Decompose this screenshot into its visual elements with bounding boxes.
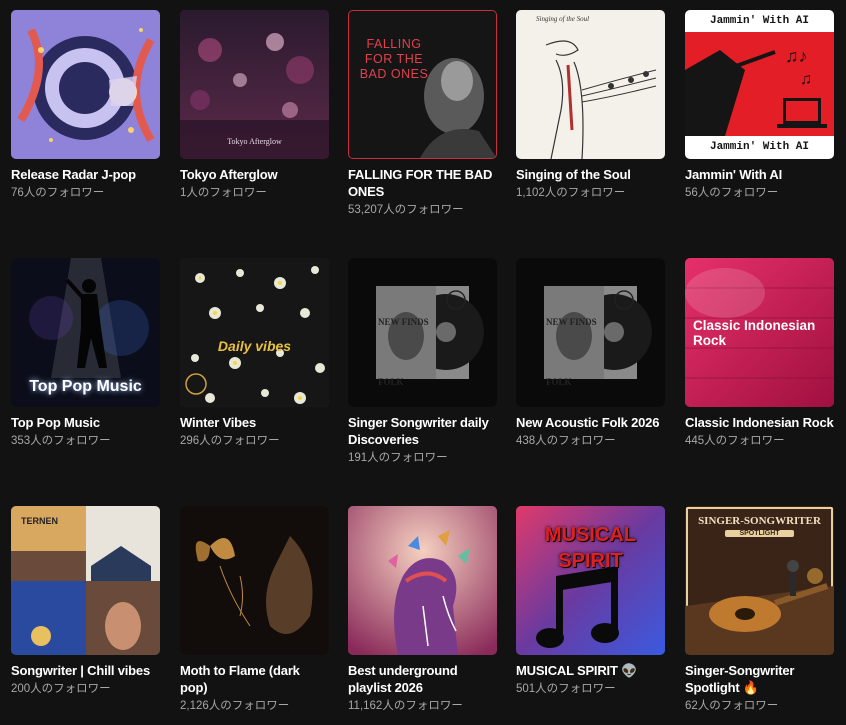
playlist-card[interactable]: Classic Indonesian Rock Classic Indonesi… — [685, 258, 835, 449]
playlist-followers: 53,207人のフォロワー — [348, 204, 464, 216]
playlist-cover[interactable] — [180, 506, 329, 655]
playlist-cover[interactable]: Classic Indonesian Rock — [685, 258, 834, 407]
guitar-spotlight-icon — [685, 506, 834, 655]
playlist-card[interactable]: NEW FINDS FOLK Singer Songwriter daily D… — [348, 258, 498, 466]
playlist-card[interactable]: ♫♪ ♫ Jammin' With AI Jammin' With AI Jam… — [685, 10, 835, 201]
playlist-card[interactable]: SINGER-SONGWRITER SPOTLIGHT Singer-Songw… — [685, 506, 835, 714]
flowers-dark-icon — [180, 258, 329, 407]
conductor-laptop-icon: ♫♪ ♫ — [685, 10, 834, 159]
playlist-title[interactable]: Top Pop Music — [11, 414, 161, 431]
playlist-followers: 438人のフォロワー — [516, 435, 616, 447]
music-note-smoke-icon — [516, 506, 665, 655]
playlist-cover[interactable]: MUSICAL SPIRIT — [516, 506, 665, 655]
playlist-grid: Release Radar J-pop 76人のフォロワー Tokyo Afte… — [0, 0, 846, 725]
playlist-cover[interactable]: SINGER-SONGWRITER SPOTLIGHT — [685, 506, 834, 655]
playlist-followers: 1人のフォロワー — [180, 187, 267, 199]
anime-illustration-icon — [11, 10, 160, 159]
playlist-followers: 1,102人のフォロワー — [516, 187, 626, 199]
playlist-card[interactable]: Singing of the Soul Singing of the Soul … — [516, 10, 666, 201]
playlist-cover[interactable] — [348, 506, 497, 655]
playlist-title[interactable]: FALLING FOR THE BAD ONES — [348, 166, 498, 200]
playlist-cover[interactable]: Daily vibes — [180, 258, 329, 407]
moth-face-icon — [180, 506, 329, 655]
city-bokeh-icon — [180, 10, 329, 159]
playlist-cover[interactable]: Singing of the Soul — [516, 10, 665, 159]
pink-wall-icon — [685, 258, 834, 407]
playlist-title[interactable]: Singer-Songwriter Spotlight 🔥 — [685, 662, 835, 696]
playlist-title[interactable]: MUSICAL SPIRIT 👽 — [516, 662, 666, 679]
playlist-title[interactable]: Singer Songwriter daily Discoveries — [348, 414, 498, 448]
playlist-cover[interactable]: ♫♪ ♫ Jammin' With AI Jammin' With AI — [685, 10, 834, 159]
playlist-cover[interactable]: NEW FINDS FOLK — [348, 258, 497, 407]
playlist-card[interactable]: Top Pop Music Top Pop Music 353人のフォロワー — [11, 258, 161, 449]
playlist-followers: 501人のフォロワー — [516, 683, 616, 695]
playlist-title[interactable]: Release Radar J-pop — [11, 166, 161, 183]
playlist-title[interactable]: Tokyo Afterglow — [180, 166, 330, 183]
playlist-followers: 445人のフォロワー — [685, 435, 785, 447]
portrait-red-text-icon — [349, 11, 496, 158]
playlist-title[interactable]: Winter Vibes — [180, 414, 330, 431]
playlist-title[interactable]: Classic Indonesian Rock — [685, 414, 835, 431]
playlist-card[interactable]: MUSICAL SPIRIT MUSICAL SPIRIT 👽 501人のフォロ… — [516, 506, 666, 697]
playlist-followers: 191人のフォロワー — [348, 452, 448, 464]
playlist-followers: 296人のフォロワー — [180, 435, 280, 447]
playlist-card[interactable]: Release Radar J-pop 76人のフォロワー — [11, 10, 161, 201]
playlist-followers: 62人のフォロワー — [685, 700, 779, 712]
playlist-card[interactable]: NEW FINDS FOLK New Acoustic Folk 2026 43… — [516, 258, 666, 449]
playlist-cover[interactable]: TERNEN — [11, 506, 160, 655]
playlist-followers: 56人のフォロワー — [685, 187, 779, 199]
vinyl-new-finds-icon — [516, 258, 665, 407]
playlist-followers: 2,126人のフォロワー — [180, 700, 290, 712]
playlist-followers: 11,162人のフォロワー — [348, 700, 463, 712]
playlist-card[interactable]: Tokyo Afterglow Tokyo Afterglow 1人のフォロワー — [180, 10, 330, 201]
head-butterflies-icon — [348, 506, 497, 655]
playlist-cover[interactable]: Tokyo Afterglow — [180, 10, 329, 159]
playlist-title[interactable]: New Acoustic Folk 2026 — [516, 414, 666, 431]
vinyl-new-finds-icon — [348, 258, 497, 407]
playlist-title[interactable]: Singing of the Soul — [516, 166, 666, 183]
playlist-followers: 353人のフォロワー — [11, 435, 111, 447]
playlist-followers: 200人のフォロワー — [11, 683, 111, 695]
album-collage-icon — [11, 506, 160, 655]
neon-silhouette-icon — [11, 258, 160, 407]
playlist-title[interactable]: Jammin' With AI — [685, 166, 835, 183]
playlist-cover[interactable]: NEW FINDS FOLK — [516, 258, 665, 407]
svg-text:♫: ♫ — [800, 71, 812, 88]
playlist-title[interactable]: Songwriter | Chill vibes — [11, 662, 161, 679]
playlist-title[interactable]: Best underground playlist 2026 — [348, 662, 498, 696]
line-drawing-singer-icon — [516, 10, 665, 159]
playlist-card[interactable]: Moth to Flame (dark pop) 2,126人のフォロワー — [180, 506, 330, 714]
playlist-cover[interactable]: FALLING FOR THE BAD ONES — [348, 10, 497, 159]
playlist-card[interactable]: Daily vibes Winter Vibes 296人のフォロワー — [180, 258, 330, 449]
playlist-cover[interactable]: Top Pop Music — [11, 258, 160, 407]
playlist-card[interactable]: Best underground playlist 2026 11,162人のフ… — [348, 506, 498, 714]
playlist-card[interactable]: TERNEN Songwriter | Chill vibes 200人のフォロ… — [11, 506, 161, 697]
playlist-card[interactable]: FALLING FOR THE BAD ONES FALLING FOR THE… — [348, 10, 498, 218]
playlist-followers: 76人のフォロワー — [11, 187, 105, 199]
playlist-cover[interactable] — [11, 10, 160, 159]
playlist-title[interactable]: Moth to Flame (dark pop) — [180, 662, 330, 696]
svg-text:♫♪: ♫♪ — [785, 46, 808, 66]
